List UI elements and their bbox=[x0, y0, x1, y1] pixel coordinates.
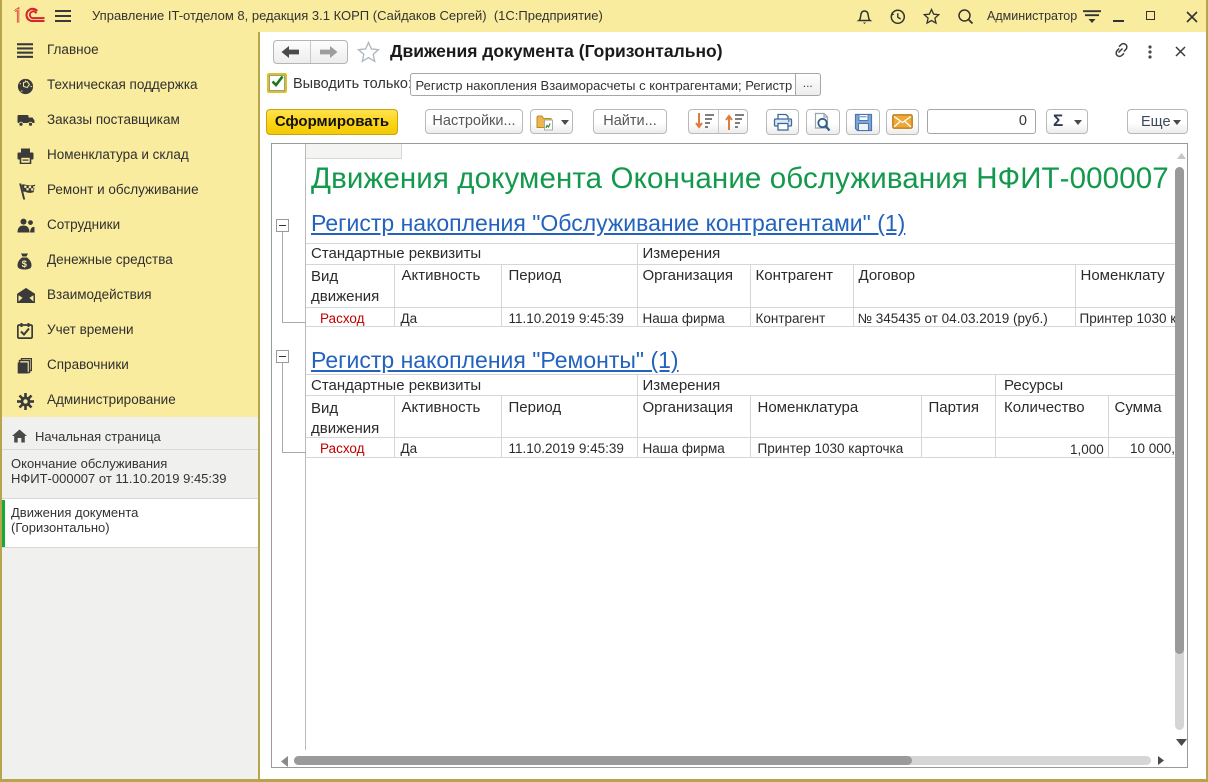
svg-text:$: $ bbox=[22, 259, 28, 270]
